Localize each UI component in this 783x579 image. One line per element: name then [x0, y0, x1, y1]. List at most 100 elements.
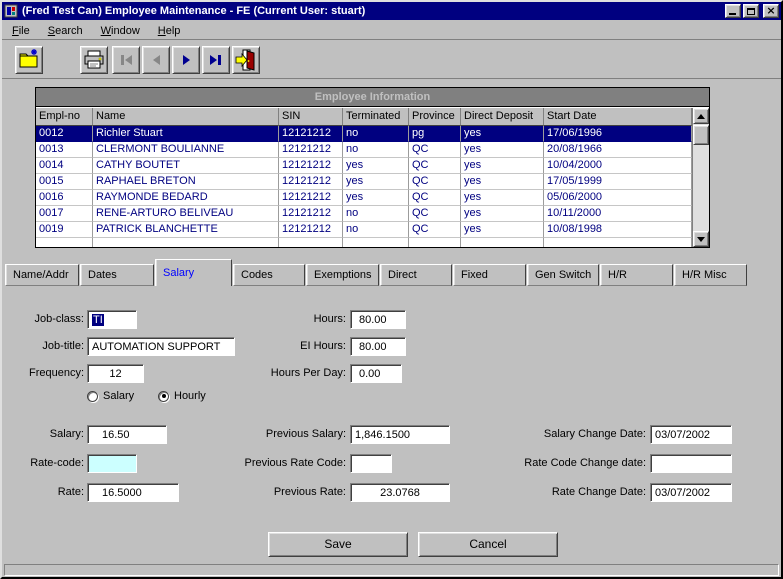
table-row[interactable]: 0017RENE-ARTURO BELIVEAU12121212noQCyes1…: [36, 206, 692, 222]
table-cell: 10/04/2000: [544, 158, 692, 174]
table-cell: 0015: [36, 174, 93, 190]
table-cell: 05/06/2000: [544, 190, 692, 206]
table-row[interactable]: 0015RAPHAEL BRETON12121212yesQCyes17/05/…: [36, 174, 692, 190]
salary-change-date-input[interactable]: 03/07/2002: [650, 425, 732, 444]
table-cell: 0014: [36, 158, 93, 174]
rate-label: Rate:: [4, 483, 84, 502]
menu-help[interactable]: Help: [149, 23, 190, 39]
table-row[interactable]: 0019PATRICK BLANCHETTE12121212noQCyes10/…: [36, 222, 692, 238]
hours-input[interactable]: 80.00: [350, 310, 406, 329]
save-button[interactable]: Save: [268, 532, 408, 557]
tab-fixed[interactable]: Fixed: [453, 264, 526, 286]
job-class-value: TI: [92, 314, 104, 326]
tab-name-addr[interactable]: Name/Addr: [5, 264, 79, 286]
table-cell: [36, 238, 93, 247]
cancel-button[interactable]: Cancel: [418, 532, 558, 557]
job-title-input[interactable]: AUTOMATION SUPPORT: [87, 337, 235, 356]
employee-table-title: Employee Information: [36, 88, 709, 107]
printer-icon: [82, 49, 106, 71]
table-cell: QC: [409, 222, 461, 238]
table-cell: 0019: [36, 222, 93, 238]
arrow-down-icon: [697, 237, 705, 242]
ei-hours-input[interactable]: 80.00: [350, 337, 406, 356]
print-button[interactable]: [80, 46, 108, 74]
scroll-up-button[interactable]: [693, 108, 709, 124]
table-cell: [544, 238, 692, 247]
tab-exemptions[interactable]: Exemptions: [306, 264, 379, 286]
table-cell: yes: [461, 174, 544, 190]
table-row[interactable]: 0013CLERMONT BOULIANNE12121212noQCyes20/…: [36, 142, 692, 158]
minimize-button[interactable]: [725, 4, 741, 18]
table-cell: 10/11/2000: [544, 206, 692, 222]
ei-hours-label: EI Hours:: [246, 337, 346, 356]
next-record-button[interactable]: [172, 46, 200, 74]
rate-code-input[interactable]: [87, 454, 137, 473]
tab-codes[interactable]: Codes: [233, 264, 305, 286]
tab-direct[interactable]: Direct: [380, 264, 452, 286]
table-cell: yes: [461, 158, 544, 174]
rate-code-change-date-input[interactable]: [650, 454, 732, 473]
table-cell: QC: [409, 190, 461, 206]
job-class-input[interactable]: TI: [87, 310, 137, 329]
new-record-button[interactable]: [15, 46, 43, 74]
table-cell: 0012: [36, 126, 93, 142]
app-icon[interactable]: [4, 4, 18, 18]
maximize-button[interactable]: [743, 4, 759, 18]
job-class-label: Job-class:: [4, 310, 84, 329]
table-cell: CLERMONT BOULIANNE: [93, 142, 279, 158]
column-header-direct-deposit: Direct Deposit: [461, 108, 544, 126]
previous-salary-input[interactable]: 1,846.1500: [350, 425, 450, 444]
table-cell: yes: [343, 174, 409, 190]
previous-salary-label: Previous Salary:: [226, 425, 346, 444]
toolbar: [2, 41, 781, 79]
rate-change-date-input[interactable]: 03/07/2002: [650, 483, 732, 502]
app-window: (Fred Test Can) Employee Maintenance - F…: [0, 0, 783, 579]
salary-label: Salary:: [4, 425, 84, 444]
status-bar: [4, 564, 779, 576]
tab-salary[interactable]: Salary: [155, 259, 232, 286]
tab-dates[interactable]: Dates: [80, 264, 154, 286]
salary-radio[interactable]: Salary: [87, 390, 134, 402]
table-cell: [93, 238, 279, 247]
close-button[interactable]: ×: [763, 4, 779, 18]
table-cell: pg: [409, 126, 461, 142]
salary-input[interactable]: 16.50: [87, 425, 167, 444]
table-row[interactable]: 0012Richler Stuart12121212nopgyes17/06/1…: [36, 126, 692, 142]
table-row[interactable]: 0016RAYMONDE BEDARD12121212yesQCyes05/06…: [36, 190, 692, 206]
hours-per-day-input[interactable]: 0.00: [350, 364, 402, 383]
table-header-row: Empl-noNameSINTerminatedProvinceDirect D…: [36, 108, 692, 126]
table-cell: [461, 238, 544, 247]
column-header-terminated: Terminated: [343, 108, 409, 126]
table-row[interactable]: 0014CATHY BOUTET12121212yesQCyes10/04/20…: [36, 158, 692, 174]
table-cell: RAPHAEL BRETON: [93, 174, 279, 190]
table-cell: [343, 238, 409, 247]
table-cell: 0017: [36, 206, 93, 222]
menu-search[interactable]: Search: [39, 23, 92, 39]
previous-rate-code-input[interactable]: [350, 454, 392, 473]
table-cell: yes: [461, 126, 544, 142]
scrollbar-thumb[interactable]: [693, 125, 709, 145]
tab-h-r-misc[interactable]: H/R Misc: [674, 264, 747, 286]
tab-h-r[interactable]: H/R: [600, 264, 673, 286]
first-record-icon: [115, 50, 137, 70]
maximize-icon: [747, 8, 755, 15]
last-record-button[interactable]: [202, 46, 230, 74]
table-cell: yes: [461, 190, 544, 206]
menu-window[interactable]: Window: [92, 23, 149, 39]
hourly-radio[interactable]: Hourly: [158, 390, 206, 402]
hours-label: Hours:: [246, 310, 346, 329]
rate-input[interactable]: 16.5000: [87, 483, 179, 502]
table-cell: no: [343, 142, 409, 158]
exit-door-icon: [234, 48, 258, 72]
frequency-input[interactable]: 12: [87, 364, 144, 383]
exit-button[interactable]: [232, 46, 260, 74]
previous-rate-input[interactable]: 23.0768: [350, 483, 450, 502]
table-cell: no: [343, 126, 409, 142]
scroll-down-button[interactable]: [693, 231, 709, 247]
frequency-label: Frequency:: [4, 364, 84, 383]
menu-file[interactable]: File: [3, 23, 39, 39]
rate-code-change-date-label: Rate Code Change date:: [496, 454, 646, 473]
tab-gen-switch[interactable]: Gen Switch: [527, 264, 599, 286]
table-cell: CATHY BOUTET: [93, 158, 279, 174]
table-scrollbar[interactable]: [692, 108, 709, 247]
